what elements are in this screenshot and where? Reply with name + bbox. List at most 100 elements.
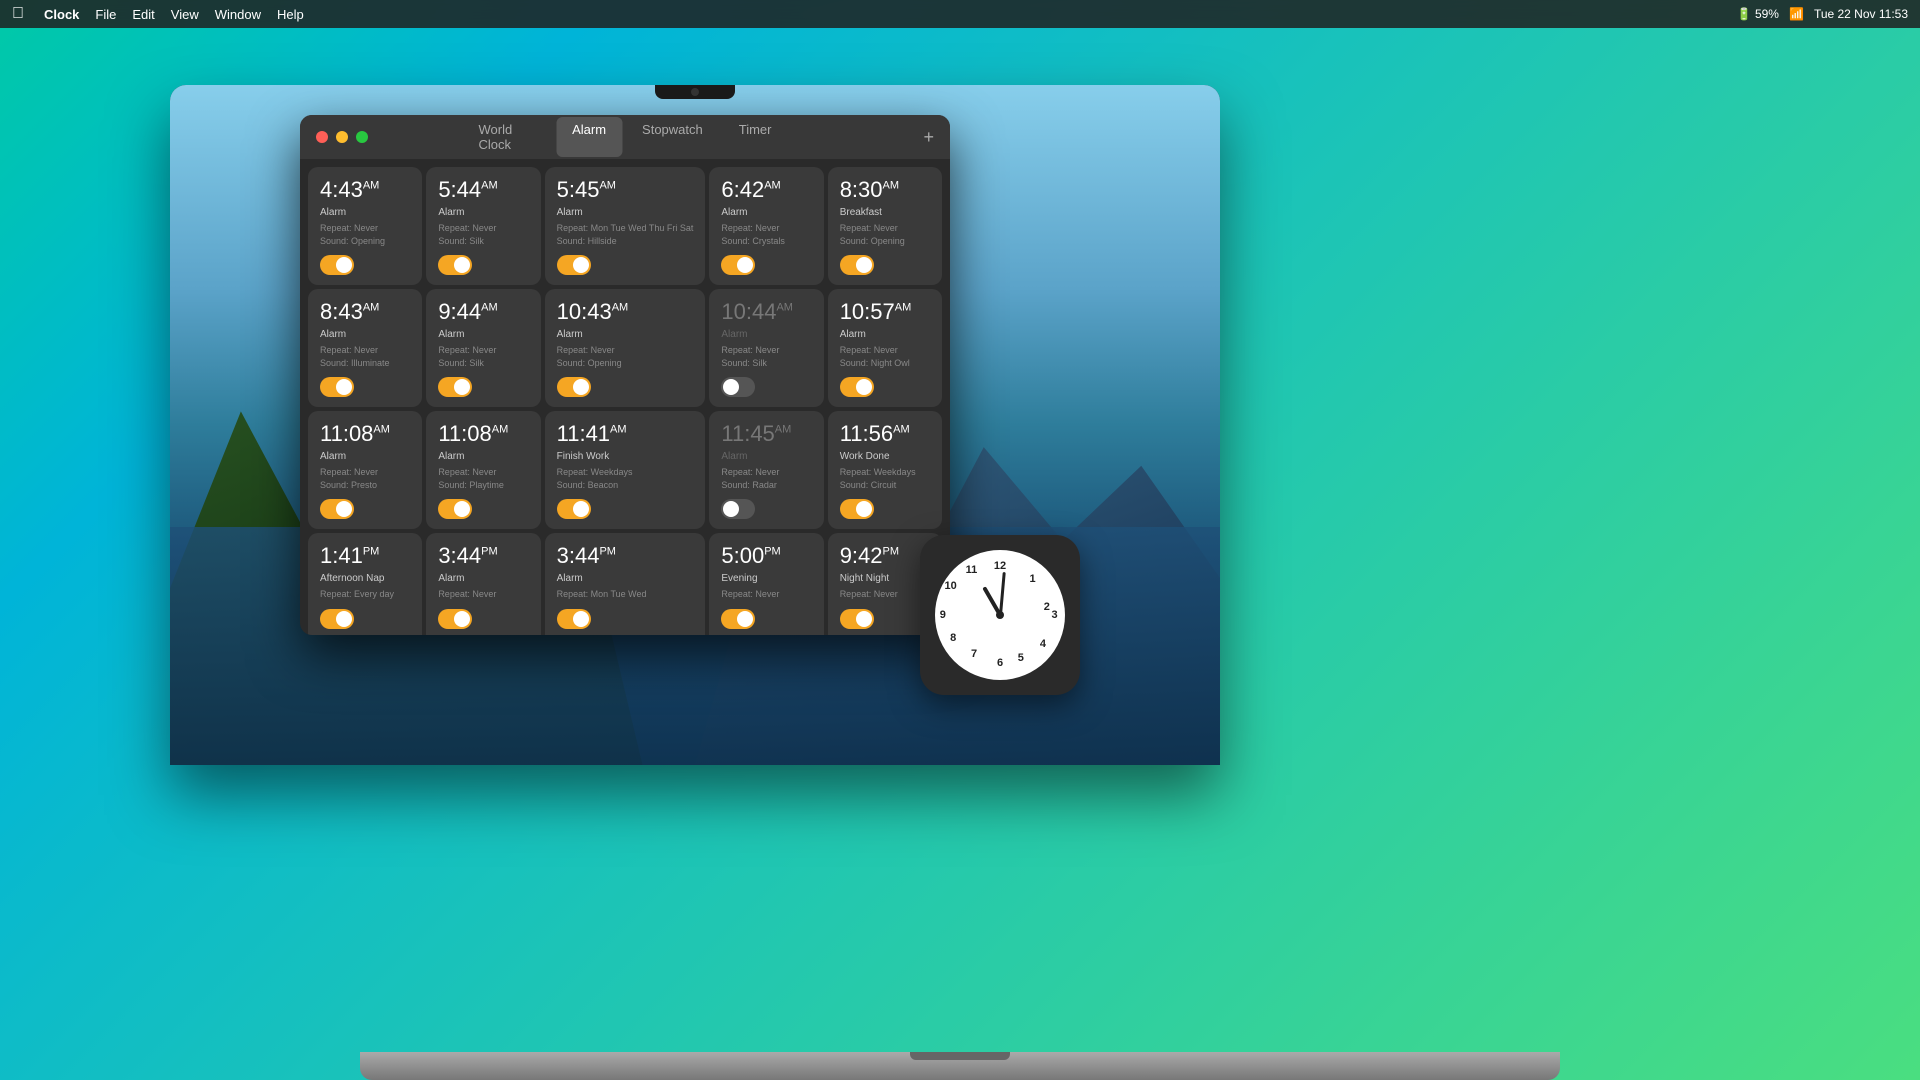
clock-window: World Clock Alarm Stopwatch Timer + 4:43…: [300, 115, 950, 635]
alarm-card[interactable]: 11:56AMWork DoneRepeat: Weekdays Sound: …: [828, 411, 942, 529]
alarm-toggle[interactable]: [438, 609, 472, 629]
alarm-detail: Repeat: Never: [438, 588, 528, 601]
alarm-time: 8:30AM: [840, 179, 930, 201]
alarm-time: 10:57AM: [840, 301, 930, 323]
alarm-time: 11:45AM: [721, 423, 811, 445]
alarm-detail: Repeat: Never Sound: Opening: [557, 344, 694, 369]
alarm-card[interactable]: 11:08AM Alarm Repeat: Never Sound: Playtim…: [426, 411, 540, 529]
alarm-toggle[interactable]: [557, 377, 591, 397]
menu-edit[interactable]: Edit: [132, 7, 154, 22]
alarm-label: Breakfast: [840, 207, 930, 218]
alarm-time: 5:45AM: [557, 179, 694, 201]
laptop-hinge: [910, 1052, 1010, 1060]
alarm-card[interactable]: 9:44AMAlarmRepeat: Never Sound: Silk: [426, 289, 540, 407]
alarm-card[interactable]: 5:44AMAlarmRepeat: Never Sound: Silk: [426, 167, 540, 285]
clock-num-8: 8: [950, 632, 956, 644]
alarm-toggle[interactable]: [320, 609, 354, 629]
laptop-stand: [360, 1052, 1560, 1080]
alarm-time: 1:41PM: [320, 545, 410, 567]
apple-logo-icon[interactable]: : [12, 5, 24, 23]
tab-world-clock[interactable]: World Clock: [463, 117, 553, 157]
alarm-card[interactable]: 10:57AMAlarmRepeat: Never Sound: Night O…: [828, 289, 942, 407]
alarm-toggle[interactable]: [320, 255, 354, 275]
alarm-label: Alarm: [320, 451, 410, 462]
alarm-time: 10:43AM: [557, 301, 694, 323]
alarm-detail: Repeat: Never Sound: Playtime: [438, 466, 528, 491]
alarm-toggle[interactable]: [721, 609, 755, 629]
menu-view[interactable]: View: [171, 7, 199, 22]
alarm-card[interactable]: 10:43AM Alarm Repeat: Never Sound: Opening: [545, 289, 706, 407]
clock-num-6: 6: [997, 657, 1003, 669]
maximize-button[interactable]: [356, 131, 368, 143]
alarm-toggle[interactable]: [438, 255, 472, 275]
alarm-toggle[interactable]: [840, 499, 874, 519]
alarm-toggle[interactable]: [557, 255, 591, 275]
alarm-detail: Repeat: Never: [721, 588, 811, 601]
wifi-icon: 📶: [1789, 7, 1804, 21]
alarm-toggle[interactable]: [840, 255, 874, 275]
alarm-card[interactable]: 6:42AMAlarmRepeat: Never Sound: Crystals: [709, 167, 823, 285]
alarm-card[interactable]: 5:00PMEveningRepeat: Never: [709, 533, 823, 635]
alarm-card[interactable]: 10:44AMAlarmRepeat: Never Sound: Silk: [709, 289, 823, 407]
alarm-detail: Repeat: Never Sound: Silk: [438, 222, 528, 247]
alarm-card[interactable]: 11:08AMAlarmRepeat: Never Sound: Presto: [308, 411, 422, 529]
tab-timer[interactable]: Timer: [723, 117, 788, 157]
alarm-detail: Repeat: Never: [840, 588, 930, 601]
alarm-card[interactable]: 11:45AMAlarmRepeat: Never Sound: Radar: [709, 411, 823, 529]
alarm-card[interactable]: 8:30AMBreakfastRepeat: Never Sound: Open…: [828, 167, 942, 285]
alarm-toggle[interactable]: [840, 377, 874, 397]
clock-face: 12 1 2 3 4 5 6 7 8 9 10 11: [935, 550, 1065, 680]
alarm-label: Alarm: [438, 451, 528, 462]
alarm-detail: Repeat: Weekdays Sound: Beacon: [557, 466, 694, 491]
alarm-detail: Repeat: Never Sound: Radar: [721, 466, 811, 491]
alarm-detail: Repeat: Never Sound: Silk: [721, 344, 811, 369]
alarm-time: 9:44AM: [438, 301, 528, 323]
clock-num-9: 9: [940, 609, 946, 621]
clock-num-5: 5: [1018, 652, 1024, 664]
alarm-card[interactable]: 5:45AMAlarmRepeat: Mon Tue Wed Thu Fri S…: [545, 167, 706, 285]
menu-file[interactable]: File: [95, 7, 116, 22]
alarm-toggle[interactable]: [721, 377, 755, 397]
clock-num-10: 10: [944, 580, 956, 592]
alarm-label: Work Done: [840, 451, 930, 462]
alarm-detail: Repeat: Never Sound: Illuminate: [320, 344, 410, 369]
alarm-toggle[interactable]: [557, 609, 591, 629]
alarm-time: 11:08AM: [438, 423, 528, 445]
minimize-button[interactable]: [336, 131, 348, 143]
alarm-card[interactable]: 11:41AMFinish WorkRepeat: Weekdays Sound…: [545, 411, 706, 529]
alarm-toggle[interactable]: [438, 377, 472, 397]
alarm-label: Night Night: [840, 573, 930, 584]
alarm-toggle[interactable]: [721, 255, 755, 275]
alarm-toggle[interactable]: [320, 377, 354, 397]
alarm-card[interactable]: 8:43AMAlarmRepeat: Never Sound: Illumina…: [308, 289, 422, 407]
alarm-toggle[interactable]: [840, 609, 874, 629]
alarm-toggle[interactable]: [721, 499, 755, 519]
tab-stopwatch[interactable]: Stopwatch: [626, 117, 719, 157]
app-name[interactable]: Clock: [44, 7, 79, 22]
alarm-card[interactable]: 3:44PMAlarmRepeat: Never: [426, 533, 540, 635]
close-button[interactable]: [316, 131, 328, 143]
alarm-label: Alarm: [557, 329, 694, 340]
alarm-label: Alarm: [721, 329, 811, 340]
add-alarm-button[interactable]: +: [923, 127, 934, 148]
clock-num-11: 11: [966, 564, 978, 576]
alarm-card[interactable]: 3:44PMAlarmRepeat: Mon Tue Wed: [545, 533, 706, 635]
clock-num-4: 4: [1040, 638, 1046, 650]
menubar:  Clock File Edit View Window Help 🔋 59%…: [0, 0, 1920, 28]
menu-window[interactable]: Window: [215, 7, 261, 22]
tab-alarm[interactable]: Alarm: [556, 117, 622, 157]
window-tabs: World Clock Alarm Stopwatch Timer: [463, 117, 788, 157]
alarm-toggle[interactable]: [557, 499, 591, 519]
alarm-detail: Repeat: Never Sound: Silk: [438, 344, 528, 369]
datetime-display: Tue 22 Nov 11:53: [1814, 7, 1908, 21]
alarm-toggle[interactable]: [320, 499, 354, 519]
alarm-card[interactable]: 4:43AMAlarmRepeat: Never Sound: Opening: [308, 167, 422, 285]
clock-num-2: 2: [1044, 601, 1050, 613]
alarm-time: 5:00PM: [721, 545, 811, 567]
battery-status: 🔋 59%: [1737, 7, 1779, 21]
laptop-screen: World Clock Alarm Stopwatch Timer + 4:43…: [170, 85, 1220, 765]
menu-help[interactable]: Help: [277, 7, 304, 22]
alarm-toggle[interactable]: [438, 499, 472, 519]
camera-notch: [655, 85, 735, 99]
alarm-card[interactable]: 1:41PMAfternoon NapRepeat: Every day: [308, 533, 422, 635]
